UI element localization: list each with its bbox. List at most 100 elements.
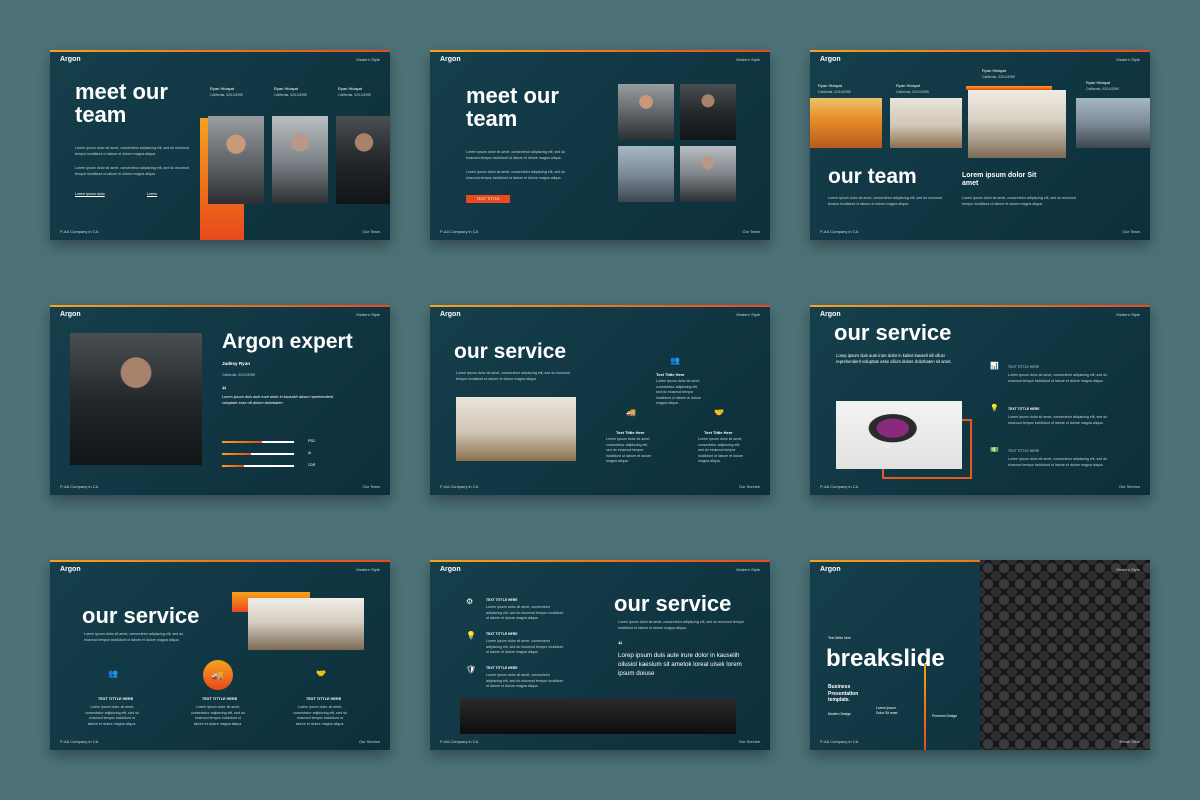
member-name: Ryan Hidayat (982, 68, 1007, 73)
slide-title: Argon expert (222, 330, 353, 353)
expert-name: Jadesy Ryan (222, 361, 251, 366)
footer-left: P-AA Company in CA (440, 739, 479, 744)
member-meta: California, 02/14/1990 (274, 93, 308, 97)
brand-logo: Argon (60, 56, 81, 63)
footer-right: Our Team (362, 484, 381, 489)
footer-left: P-AA Company in CA (60, 229, 99, 234)
footer-right: Our Service (358, 739, 380, 744)
brand-logo: Argon (440, 311, 461, 318)
shield-icon: 🛡 (466, 665, 477, 674)
footer-left: P-AA Company in CA (440, 484, 479, 489)
slide-title: meet our team (75, 79, 168, 128)
style-label: Modern Style (356, 312, 380, 317)
slide-our-team[interactable]: Argon Modern Style Ryan Hidayat Californ… (810, 50, 1150, 240)
service-text: Lorem ipsum dolor sit amet, consectetur … (85, 705, 139, 726)
service-text: Lorem ipsum dolor sit amet, consectetur … (293, 705, 347, 726)
body-text: Lorem ipsum dolor sit amet, consectetur … (828, 196, 942, 206)
service-title: TEXT TITTLE HERE (306, 697, 342, 701)
service-title: Text Tittle Here (704, 430, 733, 435)
link-left[interactable]: Lorem ipsum dolor (75, 192, 105, 196)
footer-left: P-AA Company in CA (60, 484, 99, 489)
expert-meta: California, 02/14/1990 (222, 373, 256, 377)
service-photo (248, 598, 364, 650)
pattern-photo (980, 560, 1150, 750)
brand-logo: Argon (60, 566, 81, 573)
service-title: TEXT TITTLE HERE (1008, 449, 1040, 453)
team-photo (1076, 98, 1150, 148)
slide-our-service-2[interactable]: Argon Modern Style our service Lorep ips… (810, 305, 1150, 495)
slide-subtitle: Business Presentation template. (828, 684, 859, 703)
slide-argon-expert[interactable]: Argon Modern Style Argon expert Jadesy R… (50, 305, 390, 495)
body-text: Lorem ipsum dolor sit amet, consectetur … (466, 150, 566, 160)
team-photo (680, 146, 736, 202)
service-photo (836, 401, 962, 469)
footer-right: Our Team (362, 229, 381, 234)
team-photo (968, 90, 1066, 158)
member-meta: California, 02/14/1990 (818, 90, 852, 94)
brand-logo: Argon (60, 311, 81, 318)
slide-our-service-1[interactable]: Argon Modern Style our service Lorem ips… (430, 305, 770, 495)
bulb-icon: 💡 (466, 631, 476, 640)
style-label: Modern Style (356, 57, 380, 62)
style-label: Modern Style (736, 57, 760, 62)
footer-right: Our Service (1118, 484, 1140, 489)
handshake-icon: 🤝 (714, 408, 724, 417)
footer-right: Break Slide (1119, 739, 1140, 744)
label-premium: Premium Design (932, 714, 958, 718)
slide-meet-our-team-2[interactable]: Argon Modern Style meet our team Lorem i… (430, 50, 770, 240)
link-right[interactable]: Lorem (147, 192, 157, 196)
brand-logo: Argon (820, 566, 841, 573)
member-meta: California, 02/14/1990 (1086, 87, 1120, 91)
body-text-2: Lorem ipsum dolor sit amet, consectetur … (962, 196, 1076, 206)
service-title: Text Tittle Here (616, 430, 645, 435)
service-text: Lorem ipsum dolor sit amet, consectetur … (698, 437, 744, 464)
skill-label: CDR (308, 463, 316, 467)
gear-icon: ⚙ (466, 597, 474, 606)
service-text: Lorem ipsum dolor sit amet, consectetur … (486, 605, 564, 621)
money-icon: 💵 (990, 447, 999, 454)
slide-our-service-3[interactable]: Argon Modern Style our service Lorem ips… (50, 560, 390, 750)
service-title: TEXT TITTLE HERE (486, 666, 518, 670)
service-photo (460, 698, 736, 734)
footer-left: P-AA Company in CA (820, 229, 859, 234)
slide-breakslide[interactable]: Argon Modern Style Text Write here break… (810, 560, 1150, 750)
slide-title: breakslide (826, 645, 945, 672)
slide-meet-our-team-1[interactable]: Argon Modern Style meet our team Lorem i… (50, 50, 390, 240)
body-text: Lorem ipsum dolor sit amet, consectetur … (84, 632, 184, 642)
text-title-button[interactable]: TEXT TITTLE (466, 195, 510, 203)
skill-label: PSD (308, 439, 315, 443)
team-photo (680, 84, 736, 140)
service-photo (456, 397, 576, 461)
footer-right: Our Team (1122, 229, 1141, 234)
intro-text: Lorep ipsum duis aute irure dolor in kal… (836, 353, 952, 365)
expert-portrait (70, 333, 202, 465)
service-title: TEXT TITTLE HERE (202, 697, 238, 701)
footer-left: P-AA Company in CA (60, 739, 99, 744)
slide-title: meet our team (466, 83, 559, 132)
service-title: TEXT TITTLE HERE (486, 598, 518, 602)
service-text: Lorem ipsum dolor sit amet, consectetur … (606, 437, 652, 464)
member-meta: California, 02/14/1990 (896, 90, 930, 94)
service-text: Lorem ipsum dolor sit amet, consectetur … (1008, 415, 1108, 425)
truck-icon: 🚚 (203, 660, 233, 690)
team-photo (890, 98, 962, 148)
body-text: Lorem ipsum dolor sit amet, consectetur … (75, 146, 189, 156)
service-text: Lorem ipsum dolor sit amet, consectetur … (1008, 457, 1108, 467)
kicker-text: Text Write here (828, 636, 851, 640)
team-photo (208, 116, 264, 204)
truck-icon: 🚚 (626, 408, 636, 417)
accent-line (924, 664, 926, 750)
service-title: TEXT TITTLE HERE (1008, 365, 1040, 369)
brand-logo: Argon (820, 56, 841, 63)
body-text-2: Lorem ipsum dolor sit amet, consectetur … (75, 166, 189, 176)
skill-label: AI (308, 451, 312, 455)
member-meta: California, 02/14/1990 (210, 93, 244, 97)
brand-logo: Argon (820, 311, 841, 318)
service-text: Lorem ipsum dolor sit amet, consectetur … (1008, 373, 1108, 383)
body-text: Lorem ipsum dolor sit amet, consectetur … (618, 620, 745, 630)
member-name: Ryan Hidayat (338, 86, 363, 91)
slide-our-service-4[interactable]: Argon Modern Style ⚙ TEXT TITTLE HERE Lo… (430, 560, 770, 750)
slide-title: our service (614, 591, 732, 616)
member-name: Ryan Hidayat (818, 83, 843, 88)
style-label: Modern Style (1116, 567, 1140, 572)
